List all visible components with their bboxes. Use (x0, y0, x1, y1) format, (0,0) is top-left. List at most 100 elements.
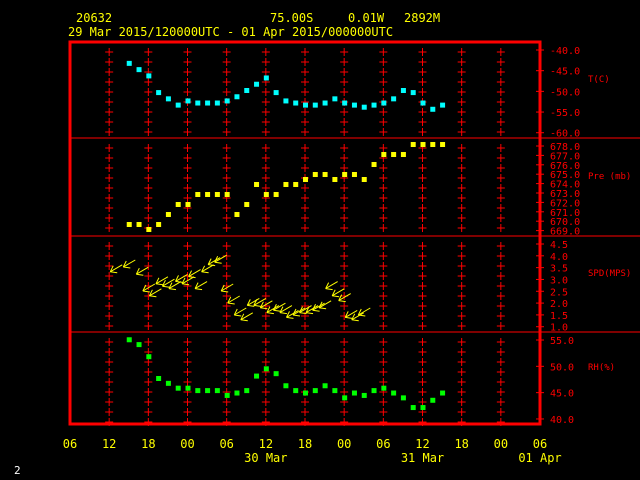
rh-point (430, 397, 436, 403)
temp-point (244, 88, 250, 93)
wind-barb (194, 281, 208, 291)
x-tick-label: 18 (298, 437, 312, 451)
y-tick-label: -60.0 (550, 129, 580, 140)
x-tick-label: 12 (102, 437, 116, 451)
pressure-point (440, 142, 446, 147)
wind-barb (220, 283, 234, 293)
y-tick-label: -45.0 (550, 67, 580, 78)
wind-barb (351, 312, 365, 322)
wind-barb-flag (345, 316, 353, 319)
pressure-point (303, 177, 308, 182)
x-tick-label: 12 (415, 437, 429, 451)
rh-point (371, 388, 377, 394)
wind-barb-flag (155, 283, 163, 286)
temp-point (273, 90, 279, 96)
rh-point (322, 383, 328, 389)
wind-barb (357, 307, 371, 317)
x-tick-label: 18 (141, 437, 155, 451)
temp-point (420, 100, 426, 106)
temp-point (136, 67, 142, 73)
pressure-point (430, 142, 436, 147)
wind-barb (181, 276, 195, 286)
y-axis-label: T(C) (588, 75, 610, 85)
pressure-point (273, 192, 279, 197)
y-tick-label: 3.5 (550, 264, 568, 275)
temp-point (440, 102, 446, 108)
wind-barb-flag (188, 276, 196, 279)
wind-barb (188, 269, 201, 279)
rh-point (283, 383, 289, 389)
pressure-point (165, 212, 171, 217)
wind-barb-flag (162, 285, 170, 288)
x-tick-label: 06 (63, 437, 77, 451)
rh-point (126, 337, 132, 343)
wind-barb-flag (123, 266, 131, 269)
wind-barb (240, 312, 254, 322)
wind-barb-flag (175, 280, 183, 283)
x-tick-label: 06 (376, 437, 390, 451)
temp-point (165, 96, 171, 102)
wind-barb-flag (221, 290, 229, 293)
y-tick-label: 50.0 (550, 362, 574, 373)
pressure-point (371, 162, 377, 167)
temp-point (126, 60, 132, 66)
y-tick-label: 4.5 (550, 240, 568, 251)
rh-point (263, 366, 269, 372)
wind-barb (299, 305, 312, 315)
temp-point (381, 100, 387, 106)
wind-barb-flag (234, 314, 242, 317)
y-tick-label: 4.0 (550, 252, 568, 263)
pressure-point (205, 192, 211, 197)
rh-point (175, 385, 181, 391)
pressure-point (224, 192, 230, 197)
rh-point (391, 390, 397, 396)
temp-point (322, 100, 328, 106)
wind-barb-flag (201, 271, 209, 274)
rh-point (410, 405, 416, 411)
x-tick-label: 06 (533, 437, 547, 451)
wind-barb-flag (273, 309, 281, 312)
page-number: 2 (14, 464, 21, 477)
rh-point (165, 380, 171, 386)
y-tick-label: 1.5 (550, 311, 568, 322)
pressure-point (214, 192, 220, 197)
wind-barb (207, 257, 221, 267)
temp-point (195, 100, 201, 106)
y-tick-label: -50.0 (550, 87, 580, 98)
temp-point (146, 73, 152, 79)
wind-barb (286, 309, 299, 319)
wind-barb-flag (292, 314, 301, 317)
pressure-point (391, 152, 397, 157)
wind-barb-flag (168, 288, 177, 291)
pressure-point (322, 172, 328, 177)
wind-barb (259, 300, 273, 310)
wind-barb-flag (227, 302, 235, 305)
temp-point (205, 100, 211, 106)
x-tick-label: 18 (454, 437, 468, 451)
y-axis-label: Pre (mb) (588, 172, 631, 182)
wind-barb (142, 283, 156, 293)
wind-barb (201, 264, 214, 274)
wind-barb-flag (319, 307, 327, 310)
rh-point (254, 373, 260, 379)
wind-barb (122, 259, 136, 269)
pressure-point (332, 177, 338, 182)
rh-point (303, 390, 308, 396)
wind-barb-flag (208, 264, 216, 267)
time-range: 29 Mar 2015/120000UTC - 01 Apr 2015/0000… (68, 25, 393, 39)
wind-barb (292, 307, 306, 317)
x-tick-label: 00 (337, 437, 351, 451)
y-tick-label: -40.0 (550, 46, 580, 57)
rh-point (214, 388, 220, 394)
wind-barb-flag (279, 312, 288, 315)
wind-barb (312, 302, 325, 312)
pressure-point (410, 142, 416, 147)
pressure-point (234, 212, 240, 217)
rh-point (205, 388, 211, 394)
wind-barb-flag (240, 319, 248, 322)
wind-barb (148, 288, 162, 298)
wind-barb (168, 281, 182, 291)
wind-barb-flag (351, 319, 359, 322)
temp-point (391, 96, 397, 102)
wind-barb-flag (338, 300, 346, 303)
